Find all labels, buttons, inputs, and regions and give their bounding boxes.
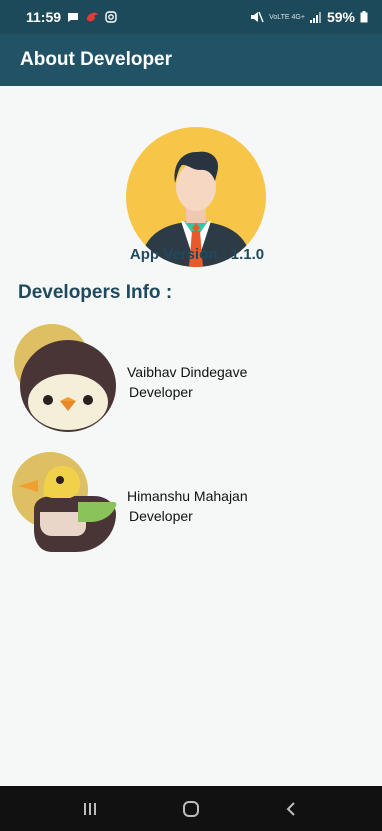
status-time: 11:59 (26, 9, 62, 25)
penguin-icon (12, 322, 122, 437)
developer-card[interactable]: Vaibhav Dindegave Developer (12, 322, 372, 432)
status-left: 11:59 (26, 9, 117, 25)
back-icon[interactable] (272, 789, 312, 829)
instagram-icon (105, 11, 117, 23)
chat-icon (67, 12, 79, 23)
network-label: VoLTE 4G+ (269, 13, 305, 21)
developer-text: Vaibhav Dindegave Developer (127, 362, 247, 402)
recent-apps-icon[interactable] (70, 789, 110, 829)
signal-icon (309, 11, 322, 23)
developer-role: Developer (129, 508, 193, 524)
battery-icon (360, 11, 368, 23)
developer-name: Himanshu Mahajan (127, 488, 248, 504)
about-content: App Version : 1.1.0 Developers Info : Va… (0, 86, 382, 786)
mute-icon (250, 11, 264, 23)
home-icon[interactable] (171, 789, 211, 829)
system-nav-bar (0, 786, 382, 831)
developer-text: Himanshu Mahajan Developer (127, 486, 248, 526)
developer-name: Vaibhav Dindegave (127, 364, 248, 380)
app-notification-icon (85, 11, 99, 23)
page-title: About Developer (20, 49, 173, 70)
battery-percent: 59% (326, 9, 355, 25)
developers-info-heading: Developers Info : (18, 282, 173, 303)
app-version-text: App Version : 1.1.0 (129, 246, 265, 263)
status-bar: 11:59 VoLTE 4G+ 59% (0, 0, 382, 34)
app-bar: About Developer (0, 34, 382, 86)
developer-role: Developer (129, 384, 193, 400)
status-right: VoLTE 4G+ 59% (250, 9, 368, 25)
developer-card[interactable]: Himanshu Mahajan Developer (12, 450, 372, 560)
duck-icon (12, 450, 122, 565)
